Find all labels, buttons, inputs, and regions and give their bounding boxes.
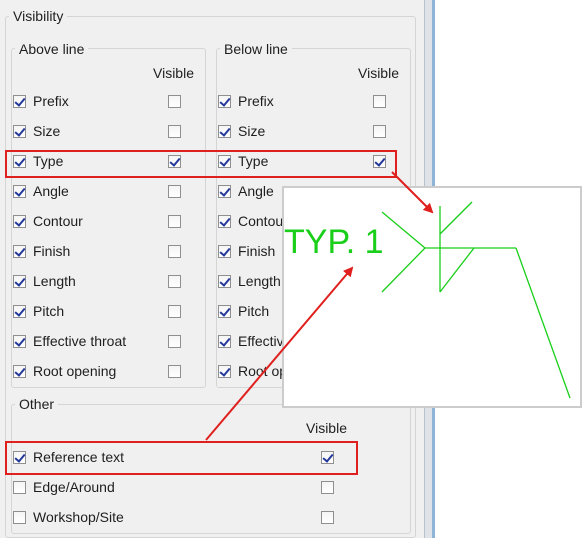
callout-arrows: [205, 171, 434, 441]
arrow-to-reference-text: [205, 266, 354, 441]
arrow-to-weld-symbol: [391, 171, 434, 214]
